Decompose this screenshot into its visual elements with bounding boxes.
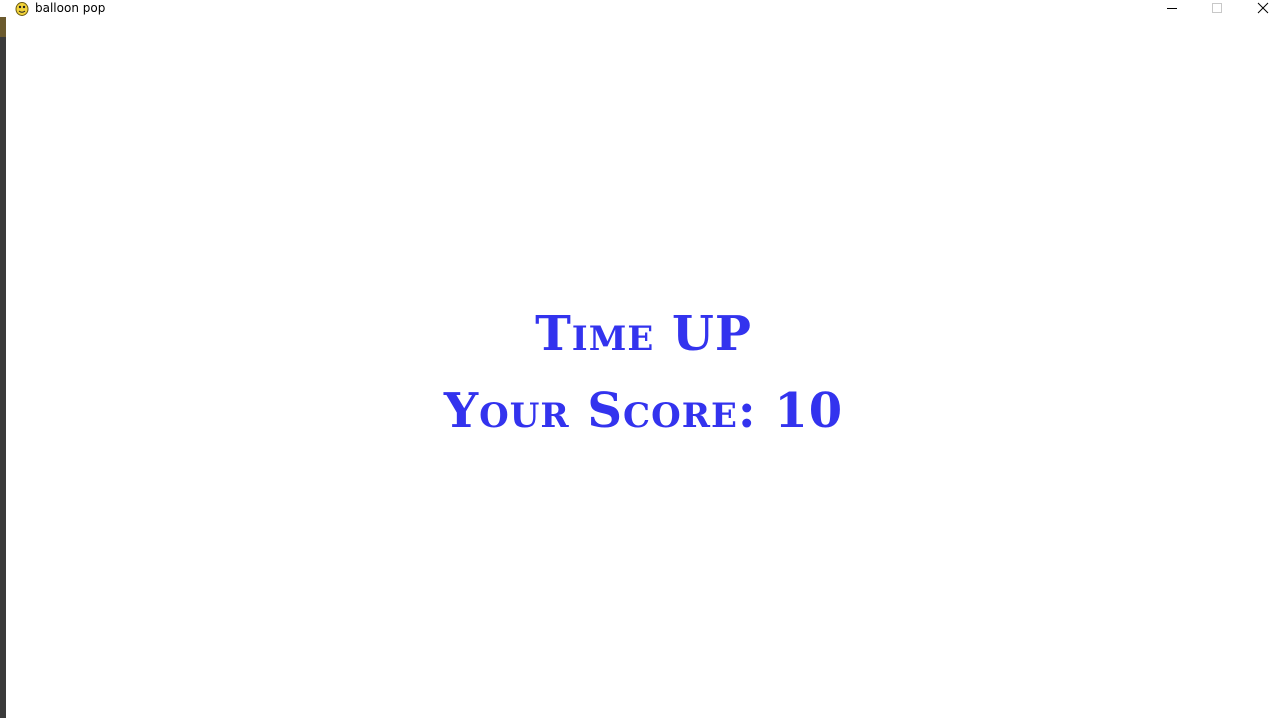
game-window: balloon pop Time UP Your Score: 10	[0, 0, 1287, 718]
window-border	[1281, 17, 1287, 718]
maximize-button[interactable]	[1194, 0, 1240, 17]
time-up-message: Time UP	[535, 306, 752, 362]
final-score: Your Score: 10	[0, 383, 1287, 439]
game-canvas[interactable]	[6, 17, 1281, 718]
window-title: balloon pop	[35, 1, 106, 15]
score-label: Your Score:	[443, 383, 757, 439]
minimize-icon	[1167, 8, 1177, 9]
score-value: 10	[774, 383, 844, 439]
title-bar[interactable]: balloon pop	[0, 0, 1287, 17]
maximize-icon	[1212, 3, 1222, 13]
close-icon	[1257, 2, 1269, 14]
app-icon[interactable]	[14, 1, 30, 16]
close-button[interactable]	[1240, 0, 1286, 17]
minimize-button[interactable]	[1149, 0, 1195, 17]
